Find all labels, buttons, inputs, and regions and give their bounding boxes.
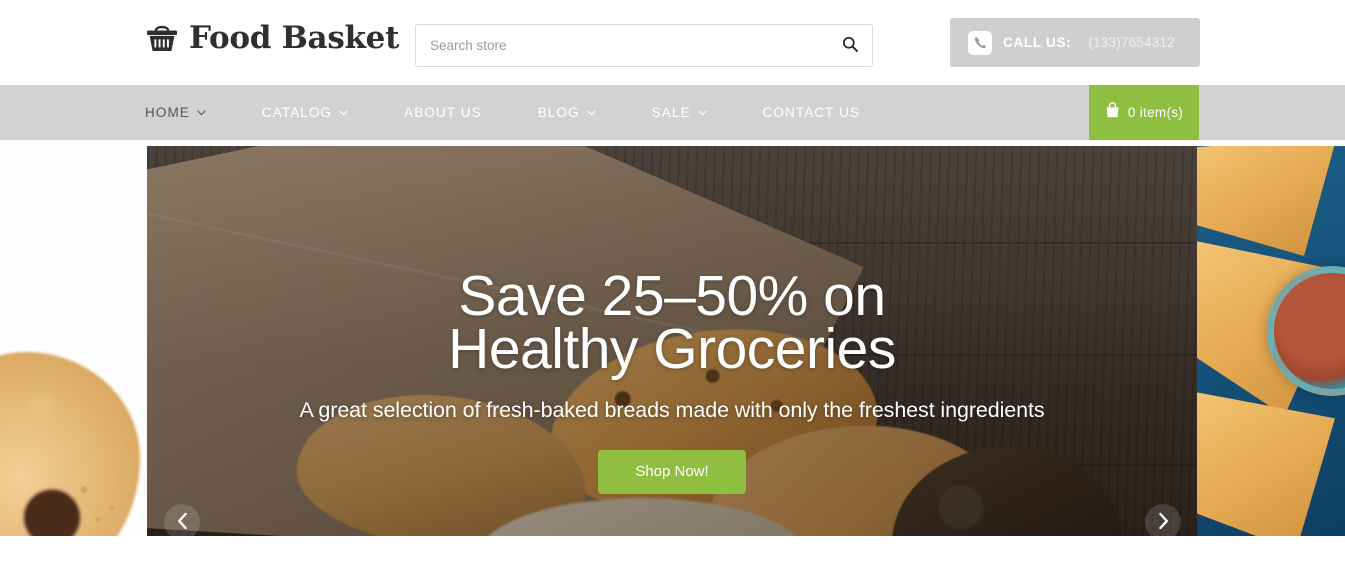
nav-item-label: BLOG [537,105,580,120]
search-box[interactable] [415,24,873,67]
chevron-down-icon [339,109,348,116]
hero-subtitle: A great selection of fresh-baked breads … [299,398,1045,422]
logo-text: Food Basket [189,20,400,56]
nav-item-sale[interactable]: SALE [652,105,735,120]
search-button[interactable] [828,25,872,66]
carousel-prev-button[interactable] [164,504,200,536]
carousel-next-button[interactable] [1145,504,1181,536]
chevron-down-icon [197,109,206,116]
hero-title-line-1: Save 25–50% on [458,264,886,328]
site-header: Food Basket CALL US: (133)7654312 [0,0,1345,85]
nav-item-list: HOME CATALOG ABOUT US BLOG SALE CONTACT … [145,105,860,120]
shop-now-button[interactable]: Shop Now! [598,450,746,494]
carousel-slide-active[interactable]: Save 25–50% on Healthy Groceries A great… [147,146,1197,536]
nav-item-about-us[interactable]: ABOUT US [404,105,510,120]
nav-item-label: SALE [651,105,691,120]
call-us-block[interactable]: CALL US: (133)7654312 [950,18,1200,67]
call-us-number[interactable]: (133)7654312 [1088,35,1174,50]
search-input[interactable] [416,38,828,53]
chevron-left-icon [176,512,189,533]
chevron-down-icon [587,109,596,116]
hero-title: Save 25–50% on Healthy Groceries [187,264,1157,381]
nav-item-label: CONTACT US [762,105,861,120]
nav-item-label: HOME [145,105,190,120]
cart-label: 0 item(s) [1127,105,1184,120]
carousel-slide-previous[interactable] [0,146,147,536]
cookie-crumbs [70,472,140,532]
cart-button[interactable]: 0 item(s) [1089,85,1199,140]
chevron-right-icon [1157,512,1170,533]
carousel-track: Save 25–50% on Healthy Groceries A great… [0,146,1345,536]
site-logo[interactable]: Food Basket [145,20,399,56]
basket-icon [145,22,179,54]
call-us-label: CALL US: [1003,35,1072,50]
nav-item-catalog[interactable]: CATALOG [262,105,376,120]
hero-content: Save 25–50% on Healthy Groceries A great… [147,264,1197,494]
nav-item-label: CATALOG [261,105,333,120]
phone-icon [968,30,992,55]
nav-item-label: ABOUT US [404,105,482,120]
carousel-slide-next[interactable] [1197,146,1345,536]
chevron-down-icon [697,109,707,116]
hero-carousel: Save 25–50% on Healthy Groceries A great… [0,140,1345,536]
main-navigation: HOME CATALOG ABOUT US BLOG SALE CONTACT … [0,85,1345,140]
shopping-bag-icon [1105,102,1120,123]
hero-title-line-2: Healthy Groceries [448,317,896,381]
nav-item-contact-us[interactable]: CONTACT US [763,105,861,120]
nav-item-home[interactable]: HOME [145,105,234,120]
search-icon [842,36,858,55]
nav-item-blog[interactable]: BLOG [538,105,624,120]
